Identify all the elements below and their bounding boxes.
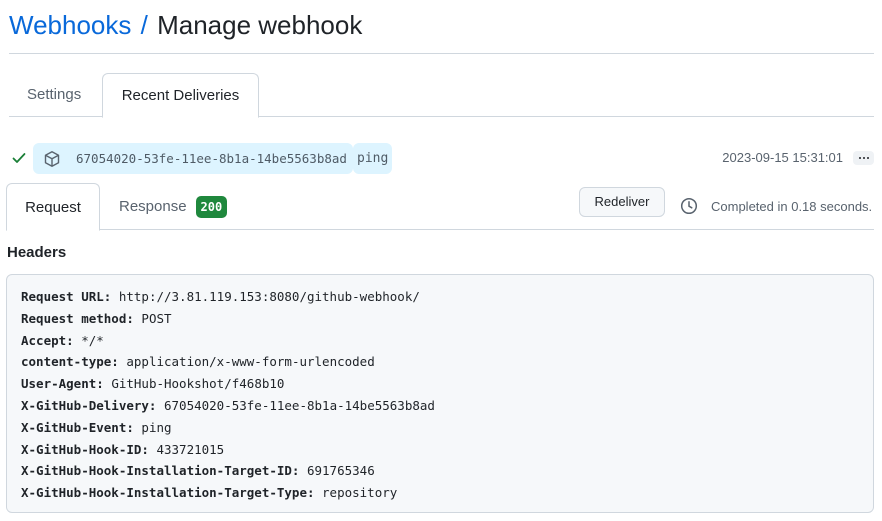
header-key: Request method:	[21, 310, 134, 326]
header-key: X-GitHub-Event:	[21, 419, 134, 435]
tab-recent-deliveries[interactable]: Recent Deliveries	[102, 73, 259, 118]
delivery-detail-tabs: Request Response 200 Redeliver Completed…	[6, 183, 874, 231]
header-value: 433721015	[156, 441, 225, 457]
header-key: content-type:	[21, 354, 119, 370]
breadcrumb-webhooks-link[interactable]: Webhooks	[9, 10, 131, 40]
delivery-guid: 67054020-53fe-11ee-8b1a-14be5563b8ad	[76, 151, 347, 166]
check-icon	[12, 153, 26, 163]
redeliver-button[interactable]: Redeliver	[579, 187, 665, 217]
header-line: X-GitHub-Hook-ID: 433721015	[21, 439, 859, 461]
header-value: 691765346	[306, 463, 375, 479]
ellipsis-dot	[858, 157, 861, 159]
header-line: X-GitHub-Event: ping	[21, 417, 859, 439]
webhook-tabs: Settings Recent Deliveries	[9, 73, 874, 118]
header-value: GitHub-Hookshot/f468b10	[111, 376, 285, 392]
completion-time: Completed in 0.18 seconds.	[711, 199, 873, 214]
delivery-row[interactable]: 67054020-53fe-11ee-8b1a-14be5563b8ad pin…	[9, 142, 874, 174]
header-key: User-Agent:	[21, 376, 104, 392]
header-key: X-GitHub-Delivery:	[21, 397, 157, 413]
header-key: Accept:	[21, 332, 74, 348]
delivery-guid-chip[interactable]: 67054020-53fe-11ee-8b1a-14be5563b8ad	[33, 143, 353, 174]
header-key: Request URL:	[21, 289, 112, 304]
header-key: X-GitHub-Hook-Installation-Target-ID:	[21, 463, 300, 479]
breadcrumb: Webhooks / Manage webhook	[9, 8, 362, 42]
breadcrumb-separator: /	[140, 10, 148, 40]
header-line: Request method: POST	[21, 308, 859, 330]
tab-request[interactable]: Request	[6, 183, 100, 231]
header-key: X-GitHub-Hook-ID:	[21, 441, 149, 457]
header-line: User-Agent: GitHub-Hookshot/f468b10	[21, 373, 859, 395]
tab-response-label: Response	[119, 198, 187, 215]
header-value: http://3.81.119.153:8080/github-webhook/	[118, 289, 420, 304]
tab-settings[interactable]: Settings	[9, 73, 99, 117]
header-line: X-GitHub-Delivery: 67054020-53fe-11ee-8b…	[21, 395, 859, 417]
header-value: POST	[141, 310, 172, 326]
header-value: ping	[141, 419, 172, 435]
header-key: X-GitHub-Hook-Installation-Target-Type:	[21, 485, 315, 501]
headers-title: Headers	[7, 244, 67, 261]
header-line: X-GitHub-Hook-Installation-Target-ID: 69…	[21, 460, 859, 482]
header-line: Accept: */*	[21, 330, 859, 352]
header-value: repository	[322, 485, 398, 501]
package-icon	[44, 150, 60, 167]
header-line: content-type: application/x-www-form-url…	[21, 351, 859, 373]
page-title: Manage webhook	[157, 10, 363, 40]
more-options-button[interactable]	[853, 151, 874, 165]
header-line: X-GitHub-Hook-Installation-Target-Type: …	[21, 482, 859, 504]
header-value: */*	[81, 332, 104, 348]
header-value: application/x-www-form-urlencoded	[126, 354, 375, 370]
event-badge: ping	[353, 143, 393, 174]
header-value: 67054020-53fe-11ee-8b1a-14be5563b8ad	[164, 397, 435, 413]
header-line: Request URL: http://3.81.119.153:8080/gi…	[21, 286, 859, 308]
response-status-badge: 200	[195, 195, 228, 218]
tab-response[interactable]: Response 200	[119, 183, 228, 230]
ellipsis-dot	[866, 157, 869, 159]
title-divider	[9, 53, 874, 54]
delivery-timestamp: 2023-09-15 15:31:01	[722, 150, 843, 165]
ellipsis-dot	[862, 157, 865, 159]
headers-panel: Request URL: http://3.81.119.153:8080/gi…	[6, 274, 874, 513]
clock-icon	[680, 197, 698, 215]
